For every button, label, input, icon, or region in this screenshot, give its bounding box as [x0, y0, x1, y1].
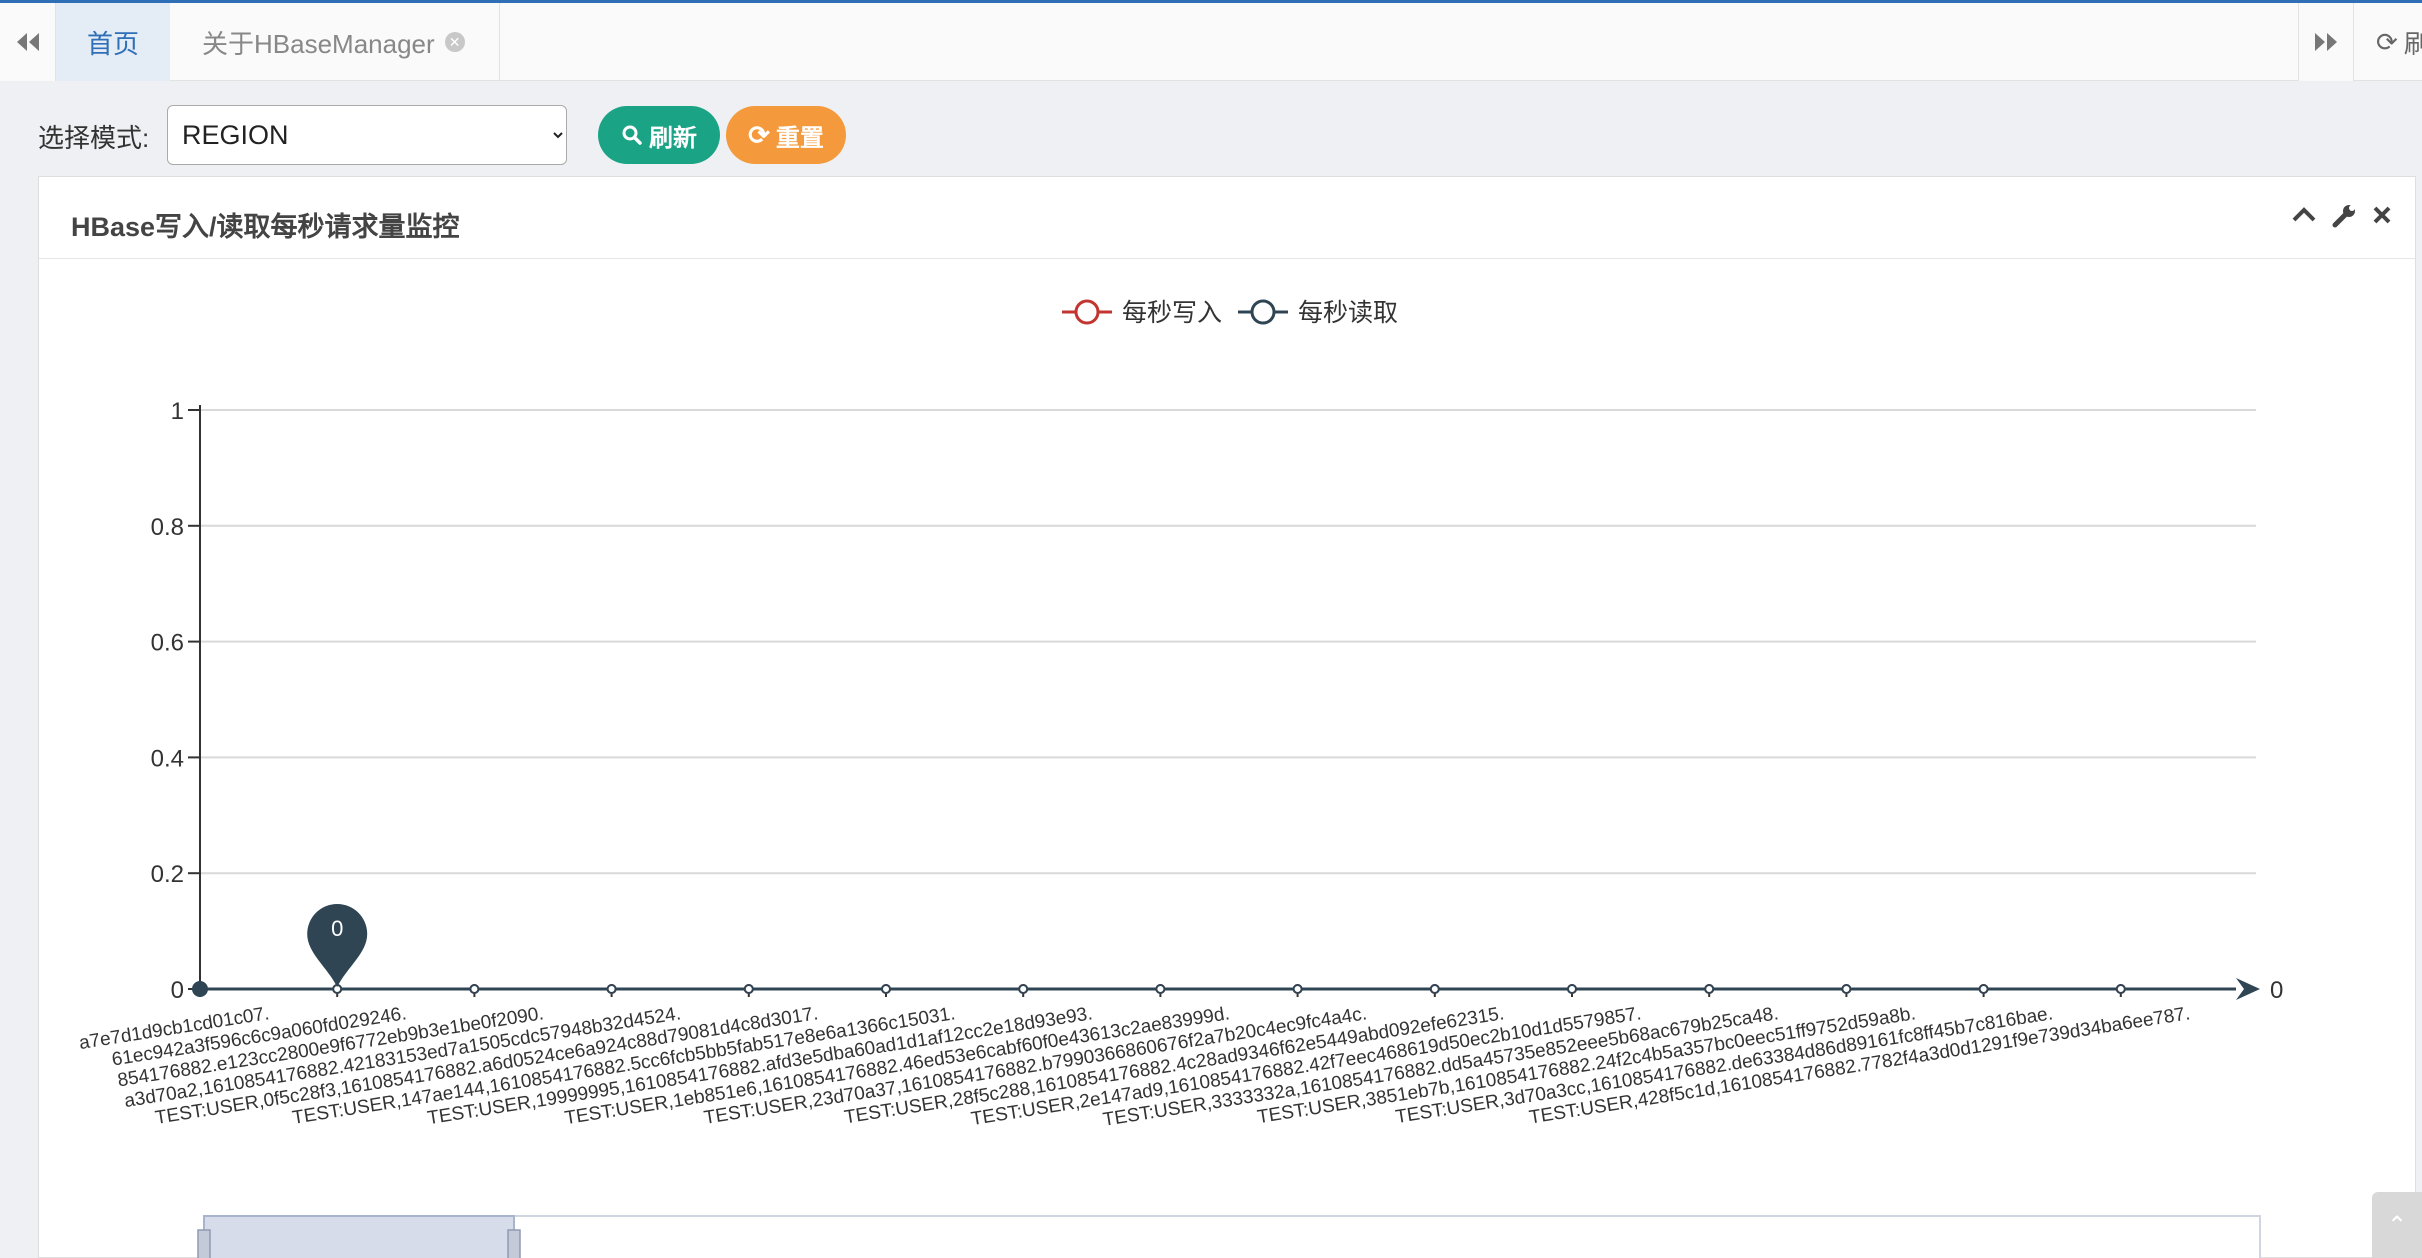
- datazoom-handle-left[interactable]: [197, 1229, 211, 1258]
- requests-line-chart: 每秒写入 每秒读取10.80.60.40.20 0a7e7d1d9cb1cd01c0…: [78, 299, 2283, 1258]
- mark-point-label: 0: [331, 916, 343, 941]
- y-tick-label: 0.6: [151, 630, 184, 657]
- data-point[interactable]: [1429, 984, 1440, 994]
- data-point[interactable]: [743, 984, 754, 994]
- data-point[interactable]: [469, 984, 480, 994]
- legend-symbol-1: [1250, 299, 1276, 325]
- y-tick-label: 0: [171, 977, 184, 1004]
- y-tick-label: 0.2: [151, 861, 184, 888]
- data-point[interactable]: [1841, 984, 1852, 994]
- data-point[interactable]: [1292, 984, 1303, 994]
- data-point[interactable]: [2115, 984, 2126, 994]
- y-tick-label: 0.4: [151, 745, 184, 772]
- data-point[interactable]: [1155, 984, 1166, 994]
- back-to-top-button[interactable]: ⌃: [2372, 1192, 2422, 1258]
- x-axis-end-label: 0: [2270, 977, 2283, 1004]
- y-tick-label: 0.8: [151, 514, 184, 541]
- data-point[interactable]: [1567, 984, 1577, 994]
- legend-label-1[interactable]: 每秒读取: [1298, 299, 1398, 327]
- y-tick-label: 1: [171, 398, 184, 425]
- x-axis-arrow: [2236, 978, 2260, 1000]
- data-point[interactable]: [606, 984, 617, 994]
- double-chevron-up-icon: ⌃: [2386, 1211, 2408, 1239]
- data-point[interactable]: [881, 984, 891, 994]
- data-point-first[interactable]: [192, 981, 208, 997]
- datazoom-window[interactable]: [203, 1215, 515, 1258]
- datazoom-handle-right[interactable]: [507, 1229, 521, 1258]
- data-point[interactable]: [1018, 984, 1029, 994]
- legend-symbol-0: [1074, 299, 1100, 325]
- legend-label-0[interactable]: 每秒写入: [1122, 299, 1222, 327]
- data-point[interactable]: [1978, 984, 1989, 994]
- data-point[interactable]: [1704, 984, 1715, 994]
